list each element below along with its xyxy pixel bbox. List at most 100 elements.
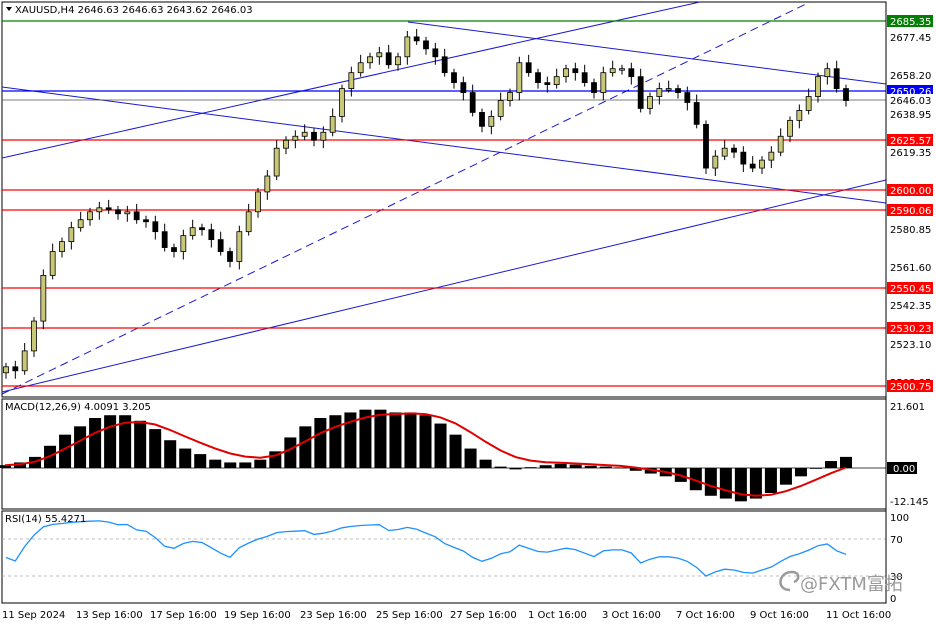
candle-body [824,68,831,78]
candle-body [376,52,383,58]
macd-tick: -12.145 [890,497,929,508]
time-label: 9 Oct 16:00 [750,610,809,621]
macd-bar [614,467,627,469]
time-label: 25 Sep 16:00 [376,610,443,621]
symbol-header: XAUUSD,H4 2646.63 2646.63 2643.62 2646.0… [6,5,253,16]
time-label: 23 Sep 16:00 [300,610,367,621]
macd-bar [74,426,87,468]
price-tick: 2638.95 [890,110,931,121]
candle-body [665,88,672,91]
candle-body [843,88,849,101]
level-tag-support: 2590.06 [890,206,931,217]
candle-body [180,235,187,252]
macd-bar [179,448,192,468]
level-tag-support: 2625.57 [890,136,931,147]
macd-bar [449,434,462,468]
candle-body [227,251,233,262]
macd-bar [524,467,537,468]
rsi-tick: 100 [890,513,909,524]
candle-body [525,62,532,74]
macd-bar [284,437,297,468]
price-tick: 2658.20 [890,71,931,82]
candle-body [133,211,140,221]
macd-bar [209,459,222,468]
candle-body [348,72,355,89]
trading-chart-svg: 2677.45 2658.20 2638.95 2619.35 2580.85 … [0,0,936,624]
candle-body [357,62,364,74]
time-label: 3 Oct 16:00 [602,610,661,621]
macd-bar [434,423,447,468]
candle-body [49,251,56,276]
candle-body [535,72,541,84]
level-tag-support: 2500.75 [890,382,931,393]
candle-body [628,68,635,78]
macd-bar [404,412,417,468]
candle-body [833,68,840,89]
time-label: 11 Oct 16:00 [826,610,891,621]
candle-body [731,147,737,153]
macd-bar [239,462,252,468]
candle-body [143,219,149,223]
macd-bar [719,468,732,499]
candle-body [171,247,177,252]
time-label: 1 Oct 16:00 [528,610,587,621]
candle-body [3,366,9,374]
candle-body [199,227,205,231]
price-tick: 2619.35 [890,148,931,159]
candle-body [637,76,644,109]
level-tag-resistance: 2685.35 [890,17,931,28]
candle-body [497,100,504,117]
candle-body [423,40,429,50]
candle-body [264,175,271,193]
candle-body [712,155,719,169]
time-label: 17 Sep 16:00 [150,610,217,621]
macd-bar [374,409,387,468]
rsi-tick: 70 [890,535,903,546]
candle-body [105,207,112,211]
candle-body [115,209,121,215]
candle-body [460,82,467,93]
watermark-text: @FXTM富拓 [800,574,903,595]
candle-body [581,72,588,84]
candle-body [59,241,65,252]
level-tag-support: 2530.23 [890,324,931,335]
macd-bar [164,440,177,468]
time-label: 13 Sep 16:00 [76,610,143,621]
candle-body [245,211,252,233]
time-label: 27 Sep 16:00 [450,610,517,621]
macd-bar [329,415,342,468]
price-tick: 2580.85 [890,225,931,236]
candle-body [647,96,653,109]
candle-body [749,163,756,169]
price-tick: 2677.45 [890,33,931,44]
candle-body [320,131,327,141]
candle-body [283,139,289,149]
macd-bar [809,468,822,469]
candle-body [591,82,597,93]
macd-bar [569,464,582,468]
candle-body [189,227,196,237]
candle-body [432,48,439,58]
candle-body [441,56,448,74]
macd-bar [509,468,522,470]
candle-body [161,231,168,248]
candle-body [675,88,681,93]
candle-body [777,135,784,153]
candle-body [385,52,392,66]
rsi-tick: 0 [890,594,896,605]
macd-bar [104,415,117,468]
macd-bar [419,415,432,468]
candle-body [77,219,84,229]
macd-bar [584,465,597,468]
macd-bar [299,426,312,468]
macd-bar [734,468,747,502]
candle-body [68,227,75,243]
macd-bar [314,418,327,468]
candle-body [693,102,700,125]
price-tick: 2561.60 [890,263,931,274]
candle-body [339,88,345,117]
candle-body [488,116,495,127]
macd-bar [224,462,237,468]
time-label: 7 Oct 16:00 [676,610,735,621]
candle-body [684,92,691,103]
